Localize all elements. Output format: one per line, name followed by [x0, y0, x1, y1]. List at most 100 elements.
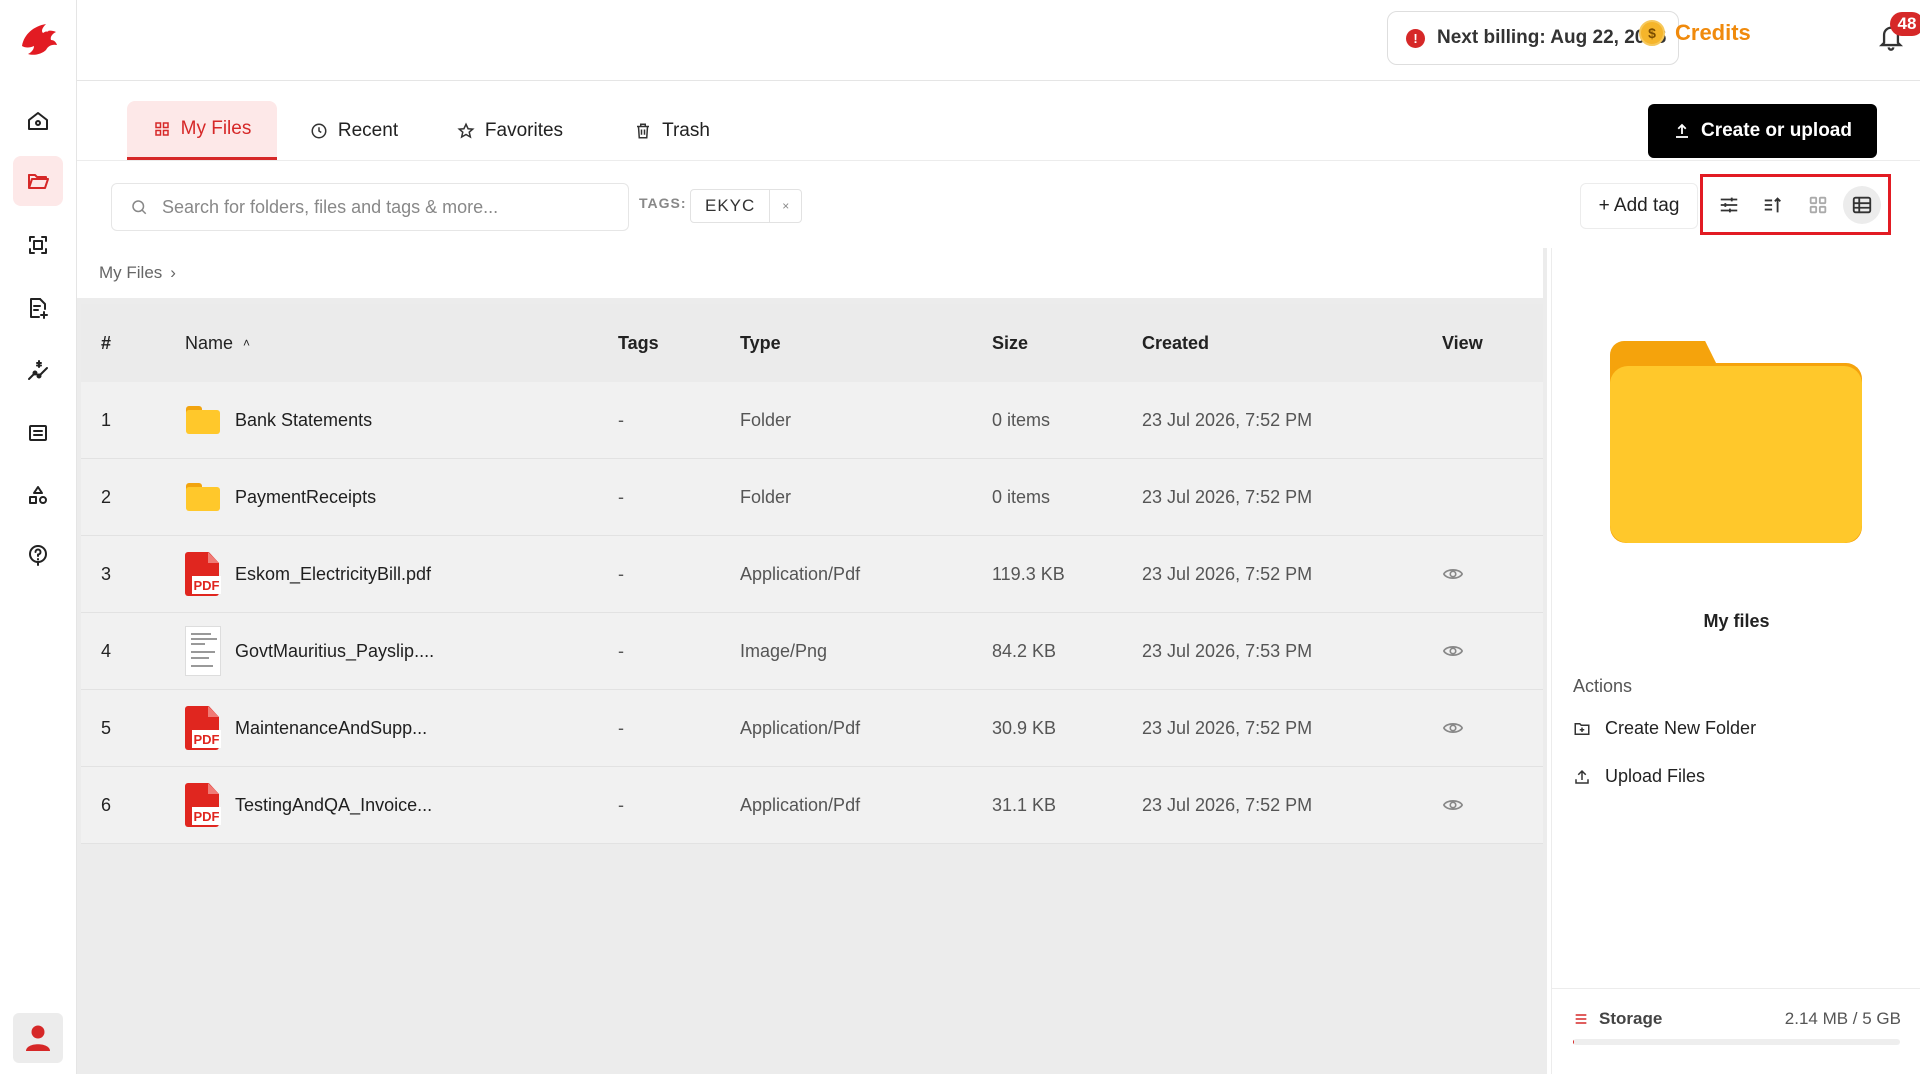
sidebar-item-shapes[interactable]	[13, 470, 63, 520]
table-row[interactable]: 4 GovtMauritius_Payslip.... - Image/Png 84.2…	[81, 613, 1543, 690]
view-file-button[interactable]	[1442, 536, 1464, 612]
logo[interactable]	[16, 16, 62, 62]
tab-favorites[interactable]: Favorites	[429, 101, 591, 160]
trash-icon	[637, 123, 650, 138]
file-size: 84.2 KB	[992, 640, 1057, 661]
chevron-right-icon: ›	[170, 263, 176, 282]
tag-chip-ekyc[interactable]: EKYC ×	[690, 189, 803, 223]
file-type: Folder	[740, 409, 792, 430]
storage-label: Storage	[1573, 1009, 1662, 1029]
sidebar-item-finance[interactable]	[13, 346, 63, 396]
tab-label: My Files	[180, 118, 252, 139]
breadcrumb-root[interactable]: My Files	[99, 263, 162, 283]
col-size: Size	[992, 332, 1029, 353]
filter-button[interactable]	[1710, 186, 1748, 224]
pdf-file-icon: PDF	[185, 552, 221, 596]
file-created: 23 Jul 2026, 7:52 PM	[1142, 486, 1313, 507]
file-name: TestingAndQA_Invoice...	[235, 794, 433, 815]
col-name-label: Name	[185, 332, 234, 353]
view-file-button[interactable]	[1442, 767, 1464, 843]
file-size: 0 items	[992, 486, 1051, 507]
upload-icon	[1575, 769, 1589, 784]
table-header: # Name ˄ Tags Type Size Created View	[81, 304, 1543, 382]
table-row[interactable]: 6 PDF TestingAndQA_Invoice... - Application/…	[81, 767, 1543, 844]
breadcrumb: My Files ›	[77, 248, 1543, 298]
create-upload-button[interactable]: Create or upload	[1648, 104, 1877, 158]
file-size: 31.1 KB	[992, 794, 1057, 815]
file-name-cell[interactable]: Bank Statements	[185, 382, 372, 458]
col-num: #	[101, 332, 112, 353]
create-folder-label: Create New Folder	[1605, 718, 1757, 738]
create-folder-action[interactable]: Create New Folder	[1573, 718, 1756, 739]
file-name: PaymentReceipts	[235, 486, 377, 507]
table-view-button[interactable]	[1842, 185, 1881, 224]
file-name-cell[interactable]: PDF MaintenanceAndSupp...	[185, 690, 427, 766]
scan-icon	[29, 236, 47, 254]
search-input[interactable]	[162, 196, 602, 218]
folder-icon	[185, 398, 221, 442]
pdf-file-icon: PDF	[185, 706, 221, 750]
user-avatar[interactable]	[13, 1013, 63, 1063]
image-thumbnail-icon	[185, 626, 221, 676]
star-icon	[457, 121, 475, 139]
file-tags: -	[618, 717, 624, 738]
tags-label: TAGS:	[639, 195, 687, 211]
grid-view-button[interactable]	[1799, 186, 1837, 224]
file-type: Application/Pdf	[740, 794, 861, 815]
folder-icon	[185, 475, 221, 519]
table-row[interactable]: 1 Bank Statements - Folder 0 items 23 Jul 202…	[81, 382, 1543, 459]
sidebar-item-checklist[interactable]	[13, 408, 63, 458]
file-name-cell[interactable]: PDF TestingAndQA_Invoice...	[185, 767, 432, 843]
top-header: ! Next billing: Aug 22, 2026 $ Credits 4…	[77, 0, 1920, 81]
table-row[interactable]: 5 PDF MaintenanceAndSupp... - Application/Pd…	[81, 690, 1543, 767]
col-name[interactable]: Name ˄	[185, 304, 250, 382]
sidebar-item-home[interactable]	[13, 96, 63, 146]
file-name-cell[interactable]: PDF Eskom_ElectricityBill.pdf	[185, 536, 431, 612]
file-size: 30.9 KB	[992, 717, 1057, 738]
sort-button[interactable]	[1754, 186, 1792, 224]
sidebar-item-documents[interactable]	[13, 283, 63, 333]
user-icon	[26, 1025, 50, 1051]
search-box[interactable]	[111, 183, 629, 231]
row-number: 3	[101, 563, 112, 584]
billing-notice[interactable]: ! Next billing: Aug 22, 2026	[1387, 11, 1679, 65]
credits-label: Credits	[1675, 20, 1751, 45]
row-number: 5	[101, 717, 112, 738]
toolbar: TAGS: EKYC × + Add tag	[77, 162, 1920, 248]
table-row[interactable]: 3 PDF Eskom_ElectricityBill.pdf - Applicatio…	[81, 536, 1543, 613]
view-file-button[interactable]	[1442, 613, 1464, 689]
tab-trash[interactable]: Trash	[597, 101, 747, 160]
file-created: 23 Jul 2026, 7:52 PM	[1142, 717, 1313, 738]
remove-tag-icon[interactable]: ×	[769, 190, 801, 222]
checklist-icon	[29, 425, 47, 441]
view-file-button[interactable]	[1442, 690, 1464, 766]
sort-icon	[1765, 196, 1782, 212]
details-panel: My files Actions Create New Folder Uploa…	[1551, 248, 1920, 1074]
file-name-cell[interactable]: PaymentReceipts	[185, 459, 376, 535]
shapes-icon	[29, 486, 47, 504]
grid-icon	[154, 122, 169, 136]
row-number: 1	[101, 409, 112, 430]
grid-view-icon	[1809, 196, 1826, 213]
alert-icon: !	[1406, 28, 1425, 48]
upload-files-label: Upload Files	[1605, 766, 1706, 786]
add-tag-button[interactable]: + Add tag	[1580, 183, 1698, 229]
file-list-area: My Files › # Name ˄ Tags Type Size Creat…	[77, 248, 1547, 1074]
tab-recent[interactable]: Recent	[282, 101, 426, 160]
col-tags: Tags	[618, 332, 659, 353]
search-icon	[132, 200, 147, 215]
sidebar-item-scan[interactable]	[13, 220, 63, 270]
file-tags: -	[618, 794, 624, 815]
file-created: 23 Jul 2026, 7:52 PM	[1142, 794, 1313, 815]
table-row[interactable]: 2 PaymentReceipts - Folder 0 items 23 Jul 202…	[81, 459, 1543, 536]
file-name-cell[interactable]: GovtMauritius_Payslip....	[185, 613, 434, 689]
panel-title: My files	[1703, 611, 1770, 631]
credits-button[interactable]: $ Credits	[1639, 20, 1751, 46]
table-view-icon	[1852, 196, 1872, 213]
sidebar-item-help[interactable]	[13, 530, 63, 580]
document-add-icon	[30, 298, 48, 319]
upload-files-action[interactable]: Upload Files	[1573, 766, 1705, 787]
sidebar-item-files[interactable]	[13, 156, 63, 206]
create-upload-label: Create or upload	[1701, 120, 1852, 141]
tab-my-files[interactable]: My Files	[127, 101, 277, 160]
